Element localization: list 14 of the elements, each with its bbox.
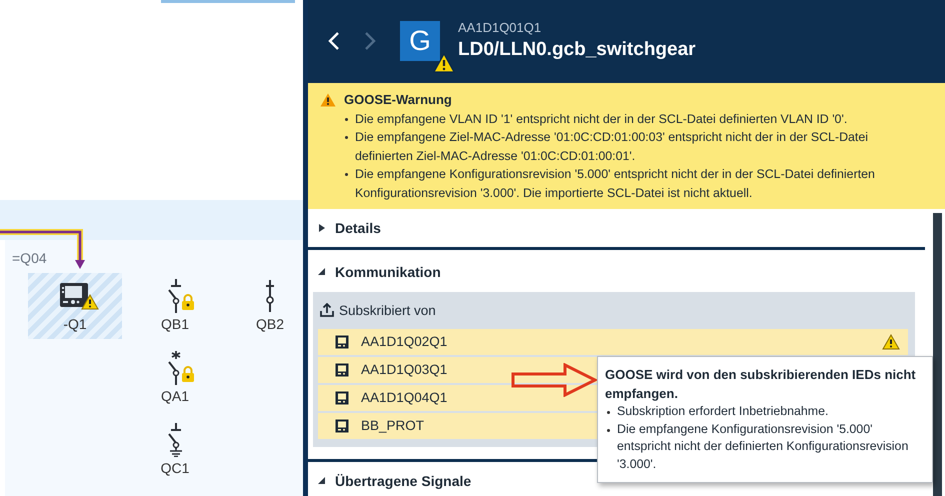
tooltip-message: Die empfangene Konfigurationsrevision '5.000' entspricht nicht der definierten Konfigurationsrevision '3.000'. bbox=[617, 420, 910, 472]
ied-name: AA1D1Q02Q1 bbox=[361, 334, 448, 350]
warning-message: Die empfangene VLAN ID '1' entspricht nicht der in der SCL-Datei definierten VLAN ID '0'. bbox=[355, 110, 848, 128]
group-title: Subskribiert von bbox=[339, 302, 436, 318]
warning-message: Die empfangene Ziel-MAC-Adresse '01:0C:CD:01:00:03' entspricht nicht der in der SCL-Datei definierten Ziel-MAC-Adresse '01:0C:CD:01:00:01'. bbox=[355, 129, 869, 165]
ied-name: BB_PROT bbox=[361, 418, 424, 434]
warning-message: Die empfangene Konfigurationsrevision '5.000' entspricht nicht der in der SCL-Datei definierten Konfigurationsrevision '3.000'. Die importierte SCL-Datei ist nicht aktuell. bbox=[355, 166, 876, 202]
bay-label: =Q04 bbox=[12, 250, 47, 266]
ied-name: AA1D1Q04Q1 bbox=[361, 390, 448, 406]
warning-title: GOOSE-Warnung bbox=[344, 91, 452, 109]
device-subtitle: AA1D1Q01Q1 bbox=[458, 20, 542, 35]
goose-tile: G bbox=[400, 20, 440, 60]
ied-name: AA1D1Q03Q1 bbox=[361, 362, 448, 378]
panel-title: LD0/LLN0.gcb_switchgear bbox=[458, 39, 696, 61]
